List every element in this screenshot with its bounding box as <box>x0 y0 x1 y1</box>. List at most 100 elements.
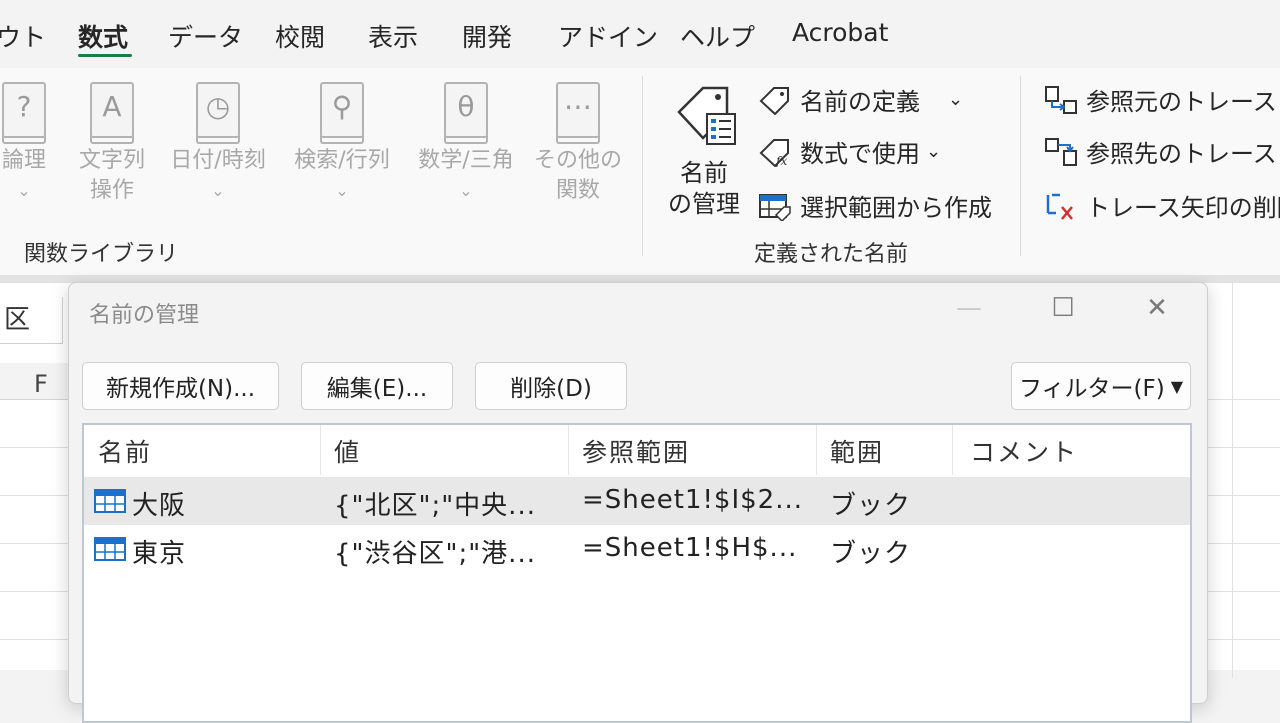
row-name: 東京 <box>132 539 187 569</box>
use-in-formula-button[interactable]: fx 数式で使用 ⌄ <box>758 134 941 169</box>
trace-dependents-icon <box>1045 137 1077 166</box>
column-letter-f[interactable]: F <box>34 370 48 398</box>
caret-down-icon: ▼ <box>1170 376 1184 396</box>
create-from-selection-label: 選択範囲から作成 <box>800 194 992 222</box>
named-range-table-icon <box>94 489 126 513</box>
create-from-selection-button[interactable]: 選択範囲から作成 <box>758 188 992 223</box>
remove-arrows-button[interactable]: トレース矢印の削除 <box>1044 188 1280 223</box>
math-label: 数学/三角 <box>418 148 514 173</box>
tag-icon <box>759 86 789 115</box>
more-functions-label: その他の 関数 <box>533 148 622 203</box>
chevron-down-icon: ⌄ <box>926 141 942 162</box>
tag-list-icon <box>677 86 736 145</box>
menu-tab-bar: ウト 数式 データ 校閲 表示 開発 アドイン ヘルプ Acrobat <box>0 0 1280 68</box>
named-range-table-icon <box>94 537 126 561</box>
table-tag-icon <box>759 193 791 221</box>
math-functions-button[interactable]: θ 数学/三角 ⌄ <box>408 82 524 206</box>
trace-dependents-button[interactable]: 参照先のトレース <box>1044 134 1277 169</box>
trace-dependents-label: 参照先のトレース <box>1086 140 1277 168</box>
minimize-icon[interactable]: — <box>949 293 989 323</box>
column-header-name[interactable]: 名前 <box>98 433 152 469</box>
define-name-button[interactable]: 名前の定義 ⌄ <box>758 82 963 117</box>
row-refers-to: =Sheet1!$I$2... <box>582 485 804 515</box>
theta-book-icon: θ <box>444 82 488 144</box>
tab-acrobat[interactable]: Acrobat <box>792 18 888 47</box>
grid-line <box>0 639 70 640</box>
define-name-label: 名前の定義 <box>800 88 920 116</box>
tab-data[interactable]: データ <box>168 18 243 54</box>
search-book-icon: ⚲ <box>320 82 364 144</box>
tab-review[interactable]: 校閲 <box>275 18 325 54</box>
text-book-icon: A <box>90 82 134 144</box>
tab-addins[interactable]: アドイン <box>558 18 658 54</box>
lookup-label: 検索/行列 <box>294 148 390 173</box>
grid-line <box>0 447 70 448</box>
names-list[interactable]: 名前 値 参照範囲 範囲 コメント 大阪 {"北区";"中央... =Sheet… <box>82 423 1192 723</box>
lookup-functions-button[interactable]: ⚲ 検索/行列 ⌄ <box>284 82 400 206</box>
column-divider[interactable] <box>568 425 569 475</box>
ribbon-separator <box>1020 76 1021 256</box>
tab-developer[interactable]: 開発 <box>462 18 512 54</box>
remove-arrows-icon <box>1046 193 1073 220</box>
name-manager-label-line1: 名前 <box>680 159 728 187</box>
column-header-refers-to[interactable]: 参照範囲 <box>582 433 690 469</box>
tab-page-layout[interactable]: ウト <box>0 18 46 54</box>
row-value: {"北区";"中央... <box>334 491 536 521</box>
tab-view[interactable]: 表示 <box>368 18 418 54</box>
column-divider[interactable] <box>320 425 321 475</box>
column-divider[interactable] <box>816 425 817 475</box>
row-scope: ブック <box>830 491 912 521</box>
logical-label: 論理 <box>1 148 46 173</box>
grid-line <box>1206 447 1280 448</box>
tab-formulas[interactable]: 数式 <box>78 18 128 54</box>
filter-button[interactable]: フィルター(F) ▼ <box>1011 362 1191 410</box>
tab-help[interactable]: ヘルプ <box>680 18 755 54</box>
text-functions-button[interactable]: A 文字列 操作 <box>66 82 158 206</box>
grid-line <box>0 495 70 496</box>
column-header-comment[interactable]: コメント <box>970 433 1078 469</box>
delete-name-button[interactable]: 削除(D) <box>475 362 627 410</box>
tag-fx-icon: fx <box>759 138 789 167</box>
ribbon: ? 論理 ⌄ A 文字列 操作 ◷ 日付/時刻 ⌄ ⚲ 検索/行列 ⌄ θ 数学… <box>0 68 1280 275</box>
grid-line <box>0 591 70 592</box>
row-value: {"渋谷区";"港... <box>334 539 536 569</box>
remove-arrows-label: トレース矢印の削除 <box>1086 194 1280 222</box>
grid-line <box>1206 639 1280 640</box>
grid-line <box>1206 495 1280 496</box>
use-in-formula-label: 数式で使用 <box>800 140 920 168</box>
clock-book-icon: ◷ <box>196 82 240 144</box>
dialog-title: 名前の管理 <box>89 303 200 328</box>
name-manager-dialog: 名前の管理 — ☐ ✕ 新規作成(N)... 編集(E)... 削除(D) フィ… <box>68 282 1208 723</box>
column-header-scope[interactable]: 範囲 <box>830 433 884 469</box>
name-manager-button[interactable]: 名前 の管理 <box>664 80 744 220</box>
new-name-button[interactable]: 新規作成(N)... <box>82 362 279 410</box>
row-refers-to: =Sheet1!$H$... <box>582 533 798 563</box>
edit-name-button[interactable]: 編集(E)... <box>301 362 453 410</box>
table-row[interactable]: 東京 {"渋谷区";"港... =Sheet1!$H$... ブック <box>84 525 1190 573</box>
name-manager-label-line2: の管理 <box>668 190 740 218</box>
more-functions-button[interactable]: ⋯ その他の 関数 <box>530 82 626 206</box>
close-icon[interactable]: ✕ <box>1137 293 1177 323</box>
filter-label: フィルター(F) <box>1018 376 1165 402</box>
grid-line <box>1232 283 1233 678</box>
trace-precedents-button[interactable]: 参照元のトレース <box>1044 82 1277 117</box>
column-divider[interactable] <box>952 425 953 475</box>
more-book-icon: ⋯ <box>556 82 600 144</box>
datetime-label: 日付/時刻 <box>170 148 266 173</box>
row-scope: ブック <box>830 539 912 569</box>
function-library-group-label: 関数ライブラリ <box>24 242 179 267</box>
active-tab-indicator <box>78 54 132 57</box>
logical-functions-button[interactable]: ? 論理 ⌄ <box>0 82 68 206</box>
row-name: 大阪 <box>132 491 187 521</box>
text-functions-label: 文字列 操作 <box>78 148 145 203</box>
maximize-icon[interactable]: ☐ <box>1043 293 1083 323</box>
table-row[interactable]: 大阪 {"北区";"中央... =Sheet1!$I$2... ブック <box>84 477 1190 525</box>
grid-line <box>1206 591 1280 592</box>
chevron-down-icon: ⌄ <box>211 181 225 200</box>
chevron-down-icon: ⌄ <box>948 89 964 110</box>
datetime-functions-button[interactable]: ◷ 日付/時刻 ⌄ <box>160 82 276 206</box>
column-header-value[interactable]: 値 <box>334 433 361 469</box>
name-box[interactable]: 区 <box>0 297 63 344</box>
question-book-icon: ? <box>2 82 46 144</box>
trace-precedents-icon <box>1045 85 1077 114</box>
